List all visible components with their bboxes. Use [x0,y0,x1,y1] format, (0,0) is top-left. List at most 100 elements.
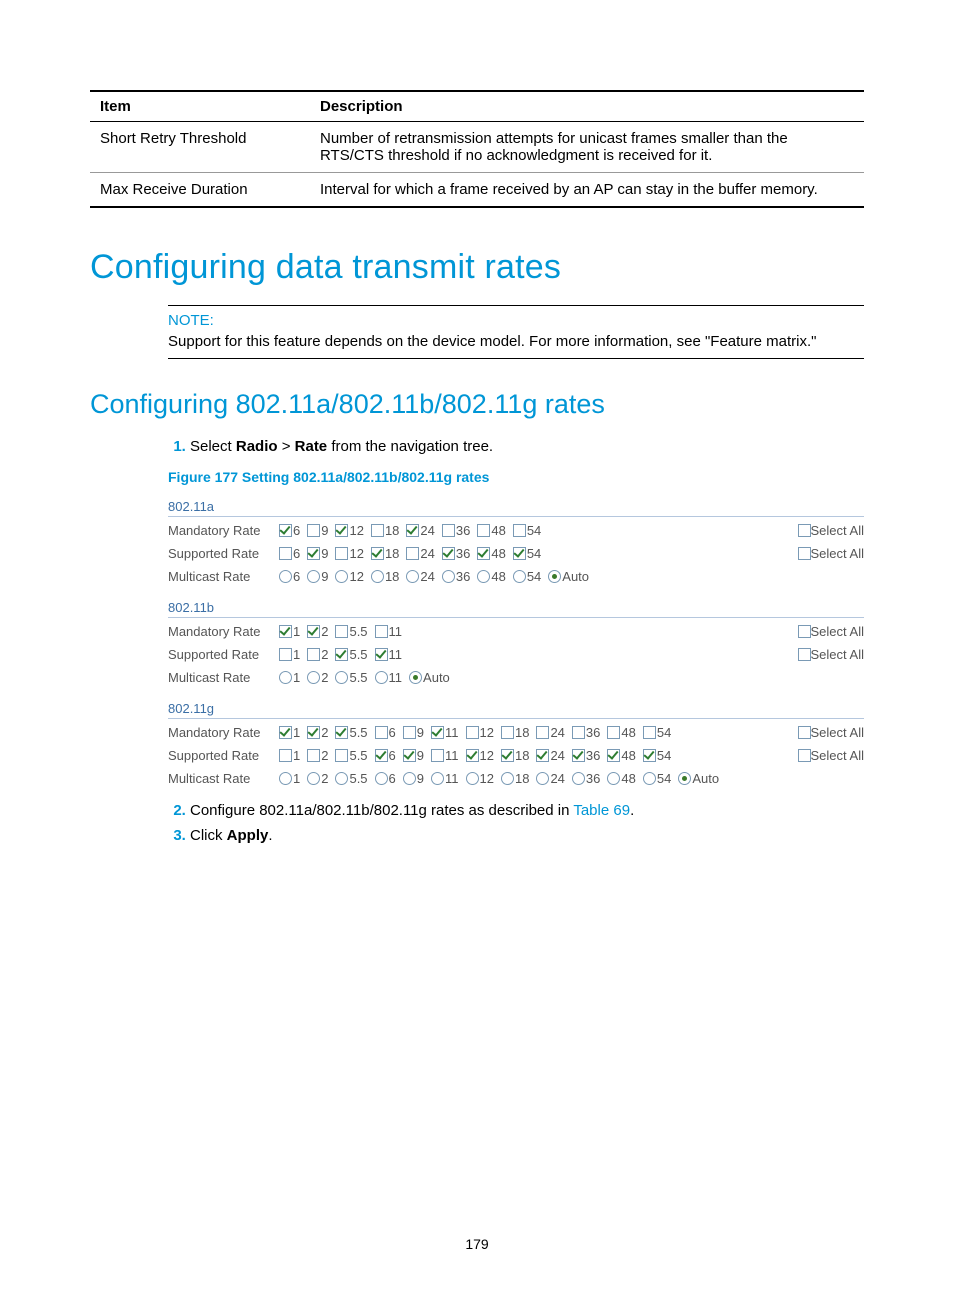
radio-icon[interactable] [678,772,691,785]
rate-option[interactable]: 24 [405,569,434,584]
radio-icon[interactable] [513,570,526,583]
rate-option[interactable]: 6 [278,523,300,538]
rate-option[interactable]: Auto [408,670,450,685]
radio-icon[interactable] [279,570,292,583]
checkbox-icon[interactable] [307,625,320,638]
checkbox-icon[interactable] [279,524,292,537]
rate-option[interactable]: 2 [306,748,328,763]
rate-option[interactable]: 9 [402,771,424,786]
checkbox-icon[interactable] [375,625,388,638]
rate-option[interactable]: 12 [334,546,363,561]
rate-option[interactable]: 5.5 [334,647,367,662]
rate-option[interactable]: 2 [306,624,328,639]
checkbox-icon[interactable] [406,547,419,560]
rate-option[interactable]: 9 [306,546,328,561]
checkbox-icon[interactable] [431,726,444,739]
rate-option[interactable]: 9 [306,523,328,538]
rate-option[interactable]: 12 [334,523,363,538]
checkbox-icon[interactable] [335,625,348,638]
checkbox-icon[interactable] [501,749,514,762]
checkbox-icon[interactable] [335,547,348,560]
checkbox-icon[interactable] [335,524,348,537]
checkbox-icon[interactable] [431,749,444,762]
rate-option[interactable]: 36 [441,569,470,584]
rate-option[interactable]: 11 [430,748,459,763]
select-all[interactable]: Select All [798,624,864,639]
table-69-link[interactable]: Table 69 [573,802,630,819]
rate-option[interactable]: 11 [374,670,403,685]
radio-icon[interactable] [307,570,320,583]
radio-icon[interactable] [536,772,549,785]
radio-icon[interactable] [279,671,292,684]
select-all[interactable]: Select All [798,725,864,740]
checkbox-icon[interactable] [279,749,292,762]
checkbox-icon[interactable] [307,547,320,560]
checkbox-icon[interactable] [607,726,620,739]
select-all[interactable]: Select All [798,523,864,538]
rate-option[interactable]: 6 [374,748,396,763]
rate-option[interactable]: Auto [547,569,589,584]
radio-icon[interactable] [442,570,455,583]
rate-option[interactable]: 11 [374,624,403,639]
checkbox-icon[interactable] [466,726,479,739]
rate-option[interactable]: 2 [306,771,328,786]
rate-option[interactable]: 1 [278,725,300,740]
checkbox-icon[interactable] [335,726,348,739]
select-all[interactable]: Select All [798,748,864,763]
rate-option[interactable]: 5.5 [334,725,367,740]
radio-icon[interactable] [279,772,292,785]
rate-option[interactable]: 54 [642,725,671,740]
rate-option[interactable]: 2 [306,647,328,662]
rate-option[interactable]: 11 [430,725,459,740]
rate-option[interactable]: 1 [278,771,300,786]
rate-option[interactable]: 36 [571,748,600,763]
rate-option[interactable]: 18 [370,569,399,584]
checkbox-icon[interactable] [375,749,388,762]
rate-option[interactable]: 24 [535,771,564,786]
rate-option[interactable]: 9 [402,725,424,740]
rate-option[interactable]: 6 [374,725,396,740]
radio-icon[interactable] [375,772,388,785]
checkbox-icon[interactable] [798,726,811,739]
rate-option[interactable]: 9 [306,569,328,584]
rate-option[interactable]: 24 [535,725,564,740]
checkbox-icon[interactable] [798,547,811,560]
rate-option[interactable]: 18 [500,748,529,763]
select-all[interactable]: Select All [798,647,864,662]
rate-option[interactable]: 12 [465,771,494,786]
checkbox-icon[interactable] [513,547,526,560]
rate-option[interactable]: 1 [278,647,300,662]
checkbox-icon[interactable] [335,648,348,661]
radio-icon[interactable] [403,772,416,785]
rate-option[interactable]: 6 [278,569,300,584]
rate-option[interactable]: 54 [512,523,541,538]
rate-option[interactable]: 48 [606,771,635,786]
rate-option[interactable]: 12 [334,569,363,584]
rate-option[interactable]: 24 [535,748,564,763]
checkbox-icon[interactable] [477,524,490,537]
radio-icon[interactable] [335,671,348,684]
rate-option[interactable]: Auto [677,771,719,786]
rate-option[interactable]: 48 [476,569,505,584]
rate-option[interactable]: 2 [306,725,328,740]
radio-icon[interactable] [307,671,320,684]
radio-icon[interactable] [335,570,348,583]
checkbox-icon[interactable] [643,726,656,739]
checkbox-icon[interactable] [307,524,320,537]
rate-option[interactable]: 18 [500,725,529,740]
rate-option[interactable]: 6 [374,771,396,786]
checkbox-icon[interactable] [307,648,320,661]
radio-icon[interactable] [375,671,388,684]
checkbox-icon[interactable] [477,547,490,560]
checkbox-icon[interactable] [403,749,416,762]
rate-option[interactable]: 48 [606,725,635,740]
checkbox-icon[interactable] [371,524,384,537]
checkbox-icon[interactable] [536,726,549,739]
checkbox-icon[interactable] [572,749,585,762]
rate-option[interactable]: 9 [402,748,424,763]
checkbox-icon[interactable] [798,648,811,661]
radio-icon[interactable] [607,772,620,785]
radio-icon[interactable] [477,570,490,583]
checkbox-icon[interactable] [403,726,416,739]
rate-option[interactable]: 24 [405,546,434,561]
